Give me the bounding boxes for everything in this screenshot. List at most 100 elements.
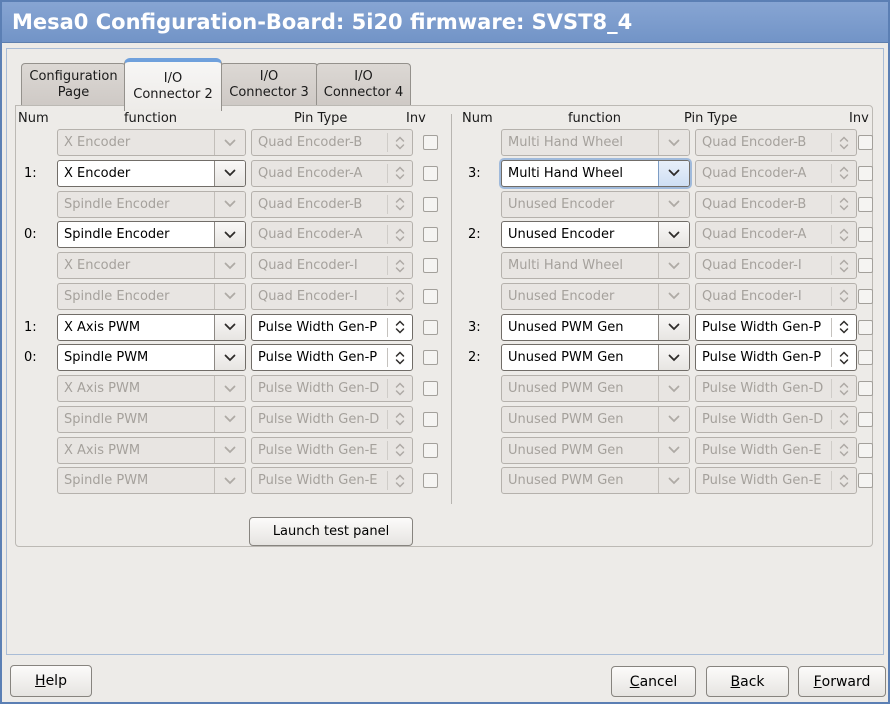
inv-checkbox[interactable] (423, 320, 438, 335)
pin-type-value: Pulse Width Gen-D (696, 376, 831, 401)
pin-type-value: Quad Encoder-B (252, 130, 387, 155)
pin-type-value: Pulse Width Gen-E (252, 438, 387, 463)
pin-type-select: Pulse Width Gen-D (695, 406, 857, 433)
forward-button[interactable]: Forward (798, 666, 886, 697)
help-button[interactable]: Help (10, 665, 92, 697)
pin-type-value: Pulse Width Gen-D (696, 407, 831, 432)
cancel-button[interactable]: Cancel (611, 666, 696, 697)
function-value: Unused PWM Gen (502, 315, 658, 340)
pin-row: Spindle EncoderQuad Encoder-B (16, 191, 450, 218)
function-value: Spindle Encoder (58, 222, 214, 247)
chevron-down-icon (214, 315, 245, 340)
pin-type-select: Pulse Width Gen-E (695, 467, 857, 494)
pin-row: Multi Hand WheelQuad Encoder-I (460, 252, 890, 279)
pin-type-value: Quad Encoder-I (696, 253, 831, 278)
inv-checkbox[interactable] (858, 166, 873, 181)
inv-checkbox (423, 197, 438, 212)
chevron-down-icon (214, 345, 245, 370)
pin-number-label: 0: (24, 344, 54, 371)
pin-type-value: Pulse Width Gen-P (252, 315, 387, 340)
inv-checkbox[interactable] (423, 166, 438, 181)
up-down-arrows-icon (832, 407, 856, 432)
page-title: Mesa0 Configuration-Board: 5i20 firmware… (2, 10, 632, 34)
pin-type-value: Pulse Width Gen-E (696, 468, 831, 493)
pin-type-value: Quad Encoder-B (252, 192, 387, 217)
inv-checkbox[interactable] (423, 350, 438, 365)
pin-type-select: Pulse Width Gen-D (251, 406, 413, 433)
back-button[interactable]: Back (706, 666, 789, 697)
pin-type-value: Pulse Width Gen-D (252, 407, 387, 432)
chevron-down-icon (658, 376, 689, 401)
function-value: Unused PWM Gen (502, 438, 658, 463)
pin-type-value: Pulse Width Gen-P (696, 315, 831, 340)
pin-type-value: Pulse Width Gen-D (252, 376, 387, 401)
pin-type-select: Quad Encoder-I (695, 252, 857, 279)
function-select: Unused PWM Gen (501, 437, 690, 464)
inv-checkbox (858, 412, 873, 427)
inv-checkbox[interactable] (858, 227, 873, 242)
pin-type-select: Pulse Width Gen-E (251, 437, 413, 464)
pin-row: Unused PWM GenPulse Width Gen-D (460, 406, 890, 433)
tab-label-line: Connector 3 (229, 85, 308, 101)
pin-number-label (24, 252, 54, 279)
pin-row: Spindle PWMPulse Width Gen-D (16, 406, 450, 433)
tab-label-line: I/O (260, 69, 278, 85)
function-select[interactable]: X Encoder (57, 160, 246, 187)
chevron-down-icon (214, 438, 245, 463)
chevron-down-icon (658, 284, 689, 309)
pin-row: Unused PWM GenPulse Width Gen-E (460, 437, 890, 464)
up-down-arrows-icon (832, 192, 856, 217)
pin-row: X EncoderQuad Encoder-B (16, 129, 450, 156)
tab-io-connector-3[interactable]: I/O Connector 3 (220, 63, 318, 106)
inv-checkbox (858, 473, 873, 488)
tab-io-connector-2[interactable]: I/O Connector 2 (124, 58, 222, 111)
pin-type-select[interactable]: Pulse Width Gen-P (695, 314, 857, 341)
pin-type-value: Quad Encoder-A (252, 222, 387, 247)
function-select[interactable]: Unused PWM Gen (501, 314, 690, 341)
function-value: Unused Encoder (502, 284, 658, 309)
function-value: X Encoder (58, 253, 214, 278)
pin-type-value: Quad Encoder-B (696, 130, 831, 155)
pin-row: 3:Multi Hand WheelQuad Encoder-A (460, 160, 890, 187)
chevron-down-icon (658, 468, 689, 493)
pin-type-select: Quad Encoder-B (695, 191, 857, 218)
column-header-inv: Inv (849, 111, 869, 126)
pin-type-select[interactable]: Pulse Width Gen-P (251, 344, 413, 371)
pin-type-select: Quad Encoder-B (251, 129, 413, 156)
pin-number-label (468, 467, 498, 494)
inv-checkbox (423, 473, 438, 488)
tab-label-line: I/O (164, 71, 182, 87)
up-down-arrows-icon (832, 315, 856, 340)
tab-configuration-page[interactable]: Configuration Page (21, 63, 126, 106)
function-select[interactable]: Spindle PWM (57, 344, 246, 371)
pin-row: X Encoder Quad Encoder-I (16, 252, 450, 279)
function-select[interactable]: X Axis PWM (57, 314, 246, 341)
function-select[interactable]: Multi Hand Wheel (501, 160, 690, 187)
up-down-arrows-icon (832, 345, 856, 370)
inv-checkbox[interactable] (858, 320, 873, 335)
function-select: Spindle Encoder (57, 283, 246, 310)
inv-checkbox (423, 289, 438, 304)
pin-row: Unused Encoder Quad Encoder-I (460, 283, 890, 310)
chevron-down-icon (214, 376, 245, 401)
pin-type-value: Quad Encoder-I (696, 284, 831, 309)
chevron-down-icon (214, 192, 245, 217)
pin-type-select[interactable]: Pulse Width Gen-P (251, 314, 413, 341)
function-select[interactable]: Unused Encoder (501, 221, 690, 248)
pin-number-label: 2: (468, 221, 498, 248)
pin-number-label (24, 467, 54, 494)
launch-test-panel-button[interactable]: Launch test panel (249, 517, 413, 546)
inv-checkbox (423, 381, 438, 396)
inv-checkbox[interactable] (423, 227, 438, 242)
tab-io-connector-4[interactable]: I/O Connector 4 (316, 63, 411, 106)
pin-number-label (468, 129, 498, 156)
pin-type-value: Quad Encoder-A (696, 222, 831, 247)
function-select[interactable]: Spindle Encoder (57, 221, 246, 248)
pin-type-select[interactable]: Pulse Width Gen-P (695, 344, 857, 371)
column-header-function: function (57, 111, 244, 126)
function-select[interactable]: Unused PWM Gen (501, 344, 690, 371)
inv-checkbox[interactable] (858, 350, 873, 365)
pin-type-value: Quad Encoder-I (252, 284, 387, 309)
pin-type-value: Quad Encoder-I (252, 253, 387, 278)
pin-type-value: Pulse Width Gen-P (696, 345, 831, 370)
